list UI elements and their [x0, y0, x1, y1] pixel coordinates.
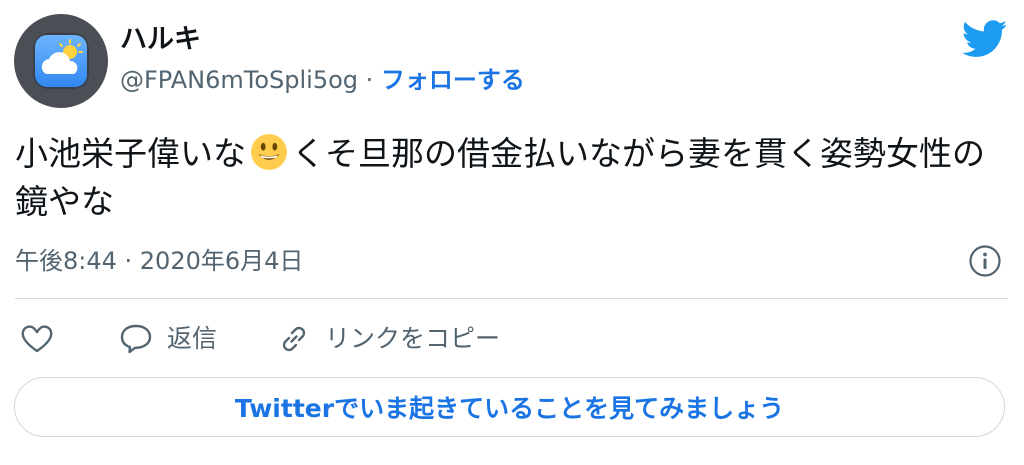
tweet-text-part1: 小池栄子偉いな [15, 134, 246, 173]
separator: · [358, 66, 381, 94]
reply-button[interactable]: 返信 [119, 321, 217, 357]
link-icon [282, 326, 306, 352]
reply-bubble-icon [120, 324, 152, 354]
copy-link-label: リンクをコピー [325, 324, 501, 353]
follow-button[interactable]: フォローする [381, 66, 525, 94]
tweet-text: 小池栄子偉いな くそ旦那の借金払いながら妻を貫く姿勢女性の鏡やな [15, 130, 1005, 226]
author-handle-row: @FPAN6mToSpli5og · フォローする [120, 64, 525, 96]
copy-link-button[interactable]: リンクをコピー [277, 321, 500, 357]
tweet-timestamp[interactable]: 午後8:44 · 2020年6月4日 [15, 245, 303, 277]
twitter-bird-icon[interactable] [962, 20, 1008, 58]
explore-twitter-label: Twitterでいま起きていることを見てみましょう [234, 394, 785, 423]
info-icon[interactable] [968, 244, 1002, 278]
grinning-face-icon [251, 134, 287, 170]
author-display-name[interactable]: ハルキ [120, 24, 201, 56]
like-button[interactable] [20, 321, 54, 357]
sun-cloud-icon [41, 39, 83, 74]
author-handle[interactable]: @FPAN6mToSpli5og [120, 66, 358, 94]
reply-label: 返信 [167, 324, 218, 353]
tweet-embed-card: ハルキ @FPAN6mToSpli5og · フォローする 小池栄子偉いな くそ… [0, 0, 1024, 465]
divider [15, 298, 1008, 299]
heart-icon [21, 325, 53, 353]
avatar[interactable] [14, 14, 108, 108]
explore-twitter-button[interactable]: Twitterでいま起きていることを見てみましょう [14, 377, 1005, 437]
